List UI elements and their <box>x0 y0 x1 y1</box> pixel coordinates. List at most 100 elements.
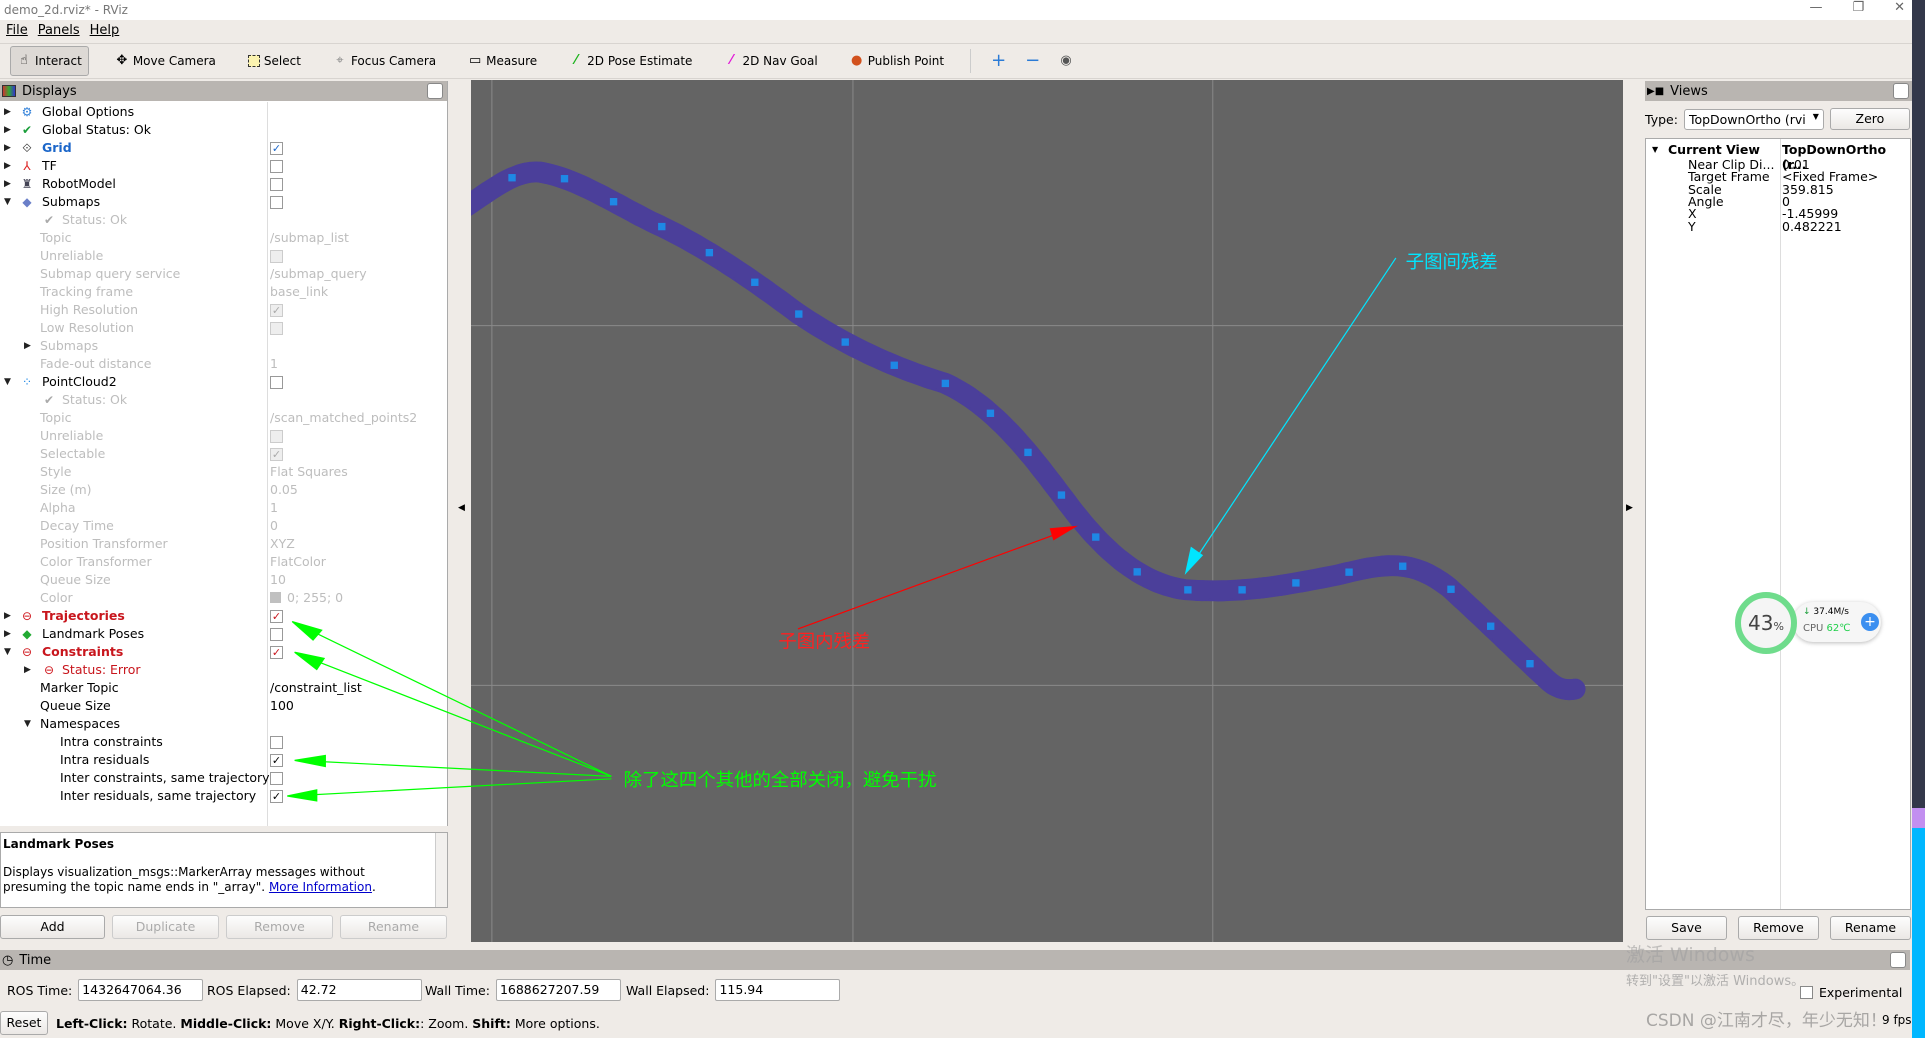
tree-row-queue-size[interactable]: Queue Size 100 <box>0 697 446 715</box>
view-property-row[interactable]: Y 0.482221 <box>1646 219 1910 234</box>
row-checkbox[interactable] <box>270 322 283 335</box>
tree-row-size-m-[interactable]: Size (m) 0.05 <box>0 481 446 499</box>
minimize-button[interactable]: — <box>1809 0 1822 20</box>
row-checkbox[interactable]: ✓ <box>270 304 283 317</box>
expand-closed-icon[interactable]: ▶ <box>4 607 11 625</box>
row-checkbox[interactable]: ✓ <box>270 790 283 803</box>
wall-time-input[interactable]: 1688627207.59 <box>495 979 621 1001</box>
tree-row-fade-out-distance[interactable]: Fade-out distance 1 <box>0 355 446 373</box>
expand-closed-icon[interactable]: ▶ <box>24 337 31 355</box>
color-swatch[interactable] <box>270 592 281 603</box>
displays-float-button[interactable] <box>427 83 443 99</box>
expand-closed-icon[interactable]: ▶ <box>4 175 11 193</box>
expand-closed-icon[interactable]: ▶ <box>4 121 11 139</box>
tree-row-pointcloud2[interactable]: ▼ ⁘ PointCloud2 <box>0 373 446 391</box>
tree-row-status-error[interactable]: ▶ ⊖ Status: Error <box>0 661 446 679</box>
row-value-cell[interactable]: /scan_matched_points2 <box>270 409 417 427</box>
row-value-cell[interactable]: XYZ <box>270 535 295 553</box>
tree-row-high-resolution[interactable]: High Resolution ✓ <box>0 301 446 319</box>
row-checkbox[interactable] <box>270 376 283 389</box>
remove-tool-icon[interactable]: − <box>1025 52 1040 70</box>
nav-goal-tool[interactable]: ⁄ 2D Nav Goal <box>718 46 823 76</box>
row-value[interactable]: 100 <box>270 698 294 713</box>
measure-tool[interactable]: ▭ Measure <box>462 46 543 76</box>
row-value[interactable]: 0.05 <box>270 482 298 497</box>
tree-row-submaps[interactable]: ▼ ◆ Submaps <box>0 193 446 211</box>
collapse-left-arrow[interactable]: ◀ <box>458 503 465 513</box>
row-value[interactable]: FlatColor <box>270 554 326 569</box>
close-button[interactable]: ✕ <box>1894 0 1905 20</box>
expand-closed-icon[interactable]: ▶ <box>4 157 11 175</box>
row-value-cell[interactable]: 100 <box>270 697 294 715</box>
row-checkbox[interactable]: ✓ <box>270 754 283 767</box>
tree-row-color-transformer[interactable]: Color Transformer FlatColor <box>0 553 446 571</box>
tree-row-global-options[interactable]: ▶ ⚙ Global Options <box>0 103 446 121</box>
description-scrollbar[interactable] <box>435 833 447 907</box>
row-value-cell[interactable]: 1 <box>270 499 278 517</box>
tree-row-trajectories[interactable]: ▶ ⊖ Trajectories ✓ <box>0 607 446 625</box>
expand-open-icon[interactable]: ▼ <box>4 373 11 391</box>
tree-row-robotmodel[interactable]: ▶ ♜ RobotModel <box>0 175 446 193</box>
plus-icon[interactable]: + <box>1861 613 1879 631</box>
row-value-cell[interactable]: 0; 255; 0 <box>270 589 343 607</box>
expand-closed-icon[interactable]: ▶ <box>4 139 11 157</box>
ros-time-input[interactable]: 1432647064.36 <box>78 979 204 1001</box>
add-display-button[interactable]: Add <box>0 915 105 939</box>
tree-row-tracking-frame[interactable]: Tracking frame base_link <box>0 283 446 301</box>
row-value[interactable]: 10 <box>270 572 286 587</box>
views-float-button[interactable] <box>1893 83 1909 99</box>
current-view-row[interactable]: ▼ Current View TopDownOrtho (r... <box>1646 142 1910 172</box>
tree-row-status-ok[interactable]: ✔ Status: Ok <box>0 211 446 229</box>
view-type-select[interactable]: TopDownOrtho (rvi ▼ <box>1683 108 1824 130</box>
row-value[interactable]: 0; 255; 0 <box>287 590 343 605</box>
remove-display-button[interactable]: Remove <box>226 915 333 939</box>
tree-row-selectable[interactable]: Selectable ✓ <box>0 445 446 463</box>
tree-row-status-ok[interactable]: ✔ Status: Ok <box>0 391 446 409</box>
maximize-button[interactable]: ❐ <box>1852 0 1864 20</box>
expand-open-icon[interactable]: ▼ <box>4 193 11 211</box>
eye-icon[interactable]: ◉ <box>1059 54 1073 68</box>
row-checkbox[interactable] <box>270 196 283 209</box>
tree-row-marker-topic[interactable]: Marker Topic/constraint_list <box>0 679 446 697</box>
tree-row-alpha[interactable]: Alpha 1 <box>0 499 446 517</box>
row-value-cell[interactable]: 0.05 <box>270 481 298 499</box>
row-checkbox[interactable] <box>270 160 283 173</box>
row-value[interactable]: 0 <box>270 518 278 533</box>
row-value-cell[interactable]: Flat Squares <box>270 463 348 481</box>
tree-row-queue-size[interactable]: Queue Size 10 <box>0 571 446 589</box>
system-monitor-widget[interactable]: 43% ↓ 37.4M/s CPU 62℃ + <box>1735 590 1885 656</box>
tree-row-landmark-poses[interactable]: ▶ ◆ Landmark Poses <box>0 625 446 643</box>
row-checkbox[interactable] <box>270 772 283 785</box>
row-checkbox[interactable] <box>270 178 283 191</box>
row-value-cell[interactable]: 1 <box>270 355 278 373</box>
rename-view-button[interactable]: Rename <box>1830 916 1911 940</box>
expand-closed-icon[interactable]: ▶ <box>4 625 11 643</box>
row-checkbox[interactable] <box>270 736 283 749</box>
row-checkbox[interactable] <box>270 430 283 443</box>
row-checkbox[interactable] <box>270 250 283 263</box>
row-value[interactable]: base_link <box>270 284 328 299</box>
time-float-button[interactable] <box>1890 952 1906 968</box>
row-checkbox[interactable]: ✓ <box>270 142 283 155</box>
row-value[interactable]: 1 <box>270 500 278 515</box>
row-value[interactable]: XYZ <box>270 536 295 551</box>
remove-view-button[interactable]: Remove <box>1738 916 1819 940</box>
row-value-cell[interactable]: /constraint_list <box>270 679 362 697</box>
property-value[interactable]: 0.482221 <box>1782 219 1842 234</box>
row-checkbox[interactable]: ✓ <box>270 448 283 461</box>
tree-row-constraints[interactable]: ▼ ⊖ Constraints ✓ <box>0 643 446 661</box>
tree-row-unreliable[interactable]: Unreliable <box>0 247 446 265</box>
tree-row-namespaces[interactable]: ▼ Namespaces <box>0 715 446 733</box>
menu-file[interactable]: File <box>6 20 28 42</box>
duplicate-button[interactable]: Duplicate <box>112 915 219 939</box>
expand-open-icon[interactable]: ▼ <box>4 643 11 661</box>
expand-open-icon[interactable]: ▼ <box>24 715 31 733</box>
select-tool[interactable]: Select <box>242 46 307 76</box>
tree-row-topic[interactable]: Topic/scan_matched_points2 <box>0 409 446 427</box>
render-viewport[interactable] <box>471 80 1623 942</box>
tree-row-unreliable[interactable]: Unreliable <box>0 427 446 445</box>
row-value-cell[interactable]: 10 <box>270 571 286 589</box>
tree-row-position-transformer[interactable]: Position Transformer XYZ <box>0 535 446 553</box>
row-value-cell[interactable]: /submap_query <box>270 265 367 283</box>
row-value-cell[interactable]: 0 <box>270 517 278 535</box>
